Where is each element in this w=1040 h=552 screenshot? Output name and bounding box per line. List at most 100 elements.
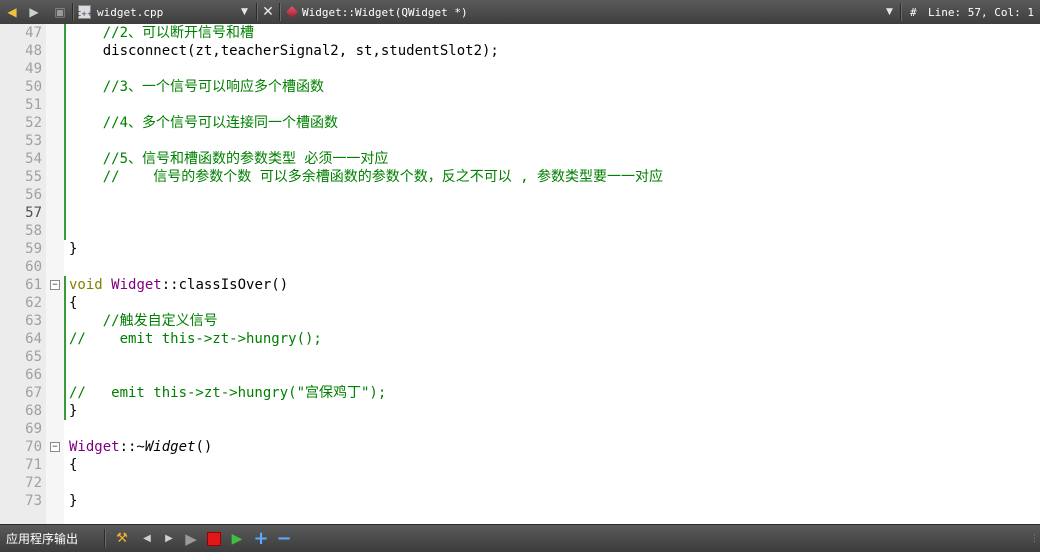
toolbar-divider bbox=[104, 529, 106, 547]
code-line[interactable]: 70− Widget::~Widget() bbox=[0, 438, 1040, 456]
code-text: // 信号的参数个数 可以多余槽函数的参数个数，反之不可以 , 参数类型要一一对… bbox=[69, 168, 663, 186]
code-line[interactable]: 71 { bbox=[0, 456, 1040, 474]
change-marker bbox=[64, 294, 66, 312]
minus-icon: − bbox=[276, 528, 292, 549]
code-line[interactable]: 58 bbox=[0, 222, 1040, 240]
close-file-button[interactable]: ✕ bbox=[260, 0, 276, 24]
symbol-name: Widget::Widget(QWidget *) bbox=[302, 5, 468, 19]
line-number: 48 bbox=[25, 43, 42, 59]
code-line[interactable]: 60 bbox=[0, 258, 1040, 276]
line-number: 54 bbox=[25, 151, 42, 167]
code-token: // emit this->zt->hungry(); bbox=[69, 331, 322, 347]
change-marker bbox=[64, 114, 66, 132]
code-line[interactable]: 62 { bbox=[0, 294, 1040, 312]
file-dropdown-button[interactable]: ▼ bbox=[241, 0, 248, 24]
line-number: 63 bbox=[25, 313, 42, 329]
run-button[interactable]: ▶ bbox=[183, 525, 199, 552]
fold-toggle-icon[interactable]: − bbox=[50, 442, 60, 452]
code-token: ::~ bbox=[119, 439, 145, 455]
code-line[interactable]: 49 bbox=[0, 60, 1040, 78]
hash-label: # bbox=[910, 0, 917, 24]
code-line[interactable]: 52 //4、多个信号可以连接同一个槽函数 bbox=[0, 114, 1040, 132]
change-marker bbox=[64, 60, 66, 78]
code-text: } bbox=[69, 492, 77, 510]
rerun-button[interactable]: ⚒ bbox=[114, 525, 130, 552]
code-line[interactable]: 54 //5、信号和槽函数的参数类型 必须一一对应 bbox=[0, 150, 1040, 168]
output-panel-label: 应用程序输出 bbox=[6, 532, 79, 546]
code-line[interactable]: 55 // 信号的参数个数 可以多余槽函数的参数个数，反之不可以 , 参数类型要… bbox=[0, 168, 1040, 186]
stop-button[interactable] bbox=[207, 525, 221, 552]
zoom-in-button[interactable]: + bbox=[253, 525, 269, 552]
code-token: ::classIsOver() bbox=[161, 277, 289, 293]
nav-forward-button[interactable]: ▶ bbox=[26, 0, 42, 24]
change-marker bbox=[64, 168, 66, 186]
line-number: 57 bbox=[25, 205, 42, 221]
code-token: Widget bbox=[144, 439, 196, 455]
code-token: () bbox=[195, 439, 213, 455]
code-token: // 信号的参数个数 可以多余槽函数的参数个数，反之不可以 , 参数类型要一一对… bbox=[69, 169, 663, 185]
symbol-dropdown-button[interactable]: ▼ bbox=[886, 0, 893, 24]
line-number: 71 bbox=[25, 457, 42, 473]
output-panel-bar: 应用程序输出 ⚒ ◀ ▶ ▶ ▶ + − ⋮ bbox=[0, 524, 1040, 552]
cursor-position[interactable]: Line: 57, Col: 1 bbox=[928, 0, 1034, 24]
lock-button[interactable]: ▣ bbox=[52, 0, 68, 24]
code-line[interactable]: 72 bbox=[0, 474, 1040, 492]
line-number: 73 bbox=[25, 493, 42, 509]
code-line[interactable]: 65 bbox=[0, 348, 1040, 366]
change-marker bbox=[64, 78, 66, 96]
code-token: //4、多个信号可以连接同一个槽函数 bbox=[69, 115, 339, 131]
code-line[interactable]: 63 //触发自定义信号 bbox=[0, 312, 1040, 330]
file-selector[interactable]: C++ widget.cpp bbox=[76, 0, 164, 24]
symbol-selector[interactable]: Widget::Widget(QWidget *) bbox=[286, 0, 468, 24]
code-line[interactable]: 53 bbox=[0, 132, 1040, 150]
nav-back-button[interactable]: ◀ bbox=[4, 0, 20, 24]
change-marker bbox=[64, 222, 66, 240]
code-text: disconnect(zt,teacherSignal2, st,student… bbox=[69, 42, 499, 60]
zoom-out-button[interactable]: − bbox=[276, 525, 292, 552]
line-number: 58 bbox=[25, 223, 42, 239]
grip-icon: ⋮ bbox=[1030, 533, 1039, 544]
arrow-left-icon: ◀ bbox=[7, 5, 17, 19]
code-line[interactable]: 57 bbox=[0, 204, 1040, 222]
output-panel-title[interactable]: 应用程序输出 bbox=[6, 525, 78, 552]
lock-icon: ▣ bbox=[54, 5, 66, 19]
code-line[interactable]: 67 // emit this->zt->hungry("宫保鸡丁"); bbox=[0, 384, 1040, 402]
code-token: disconnect(zt,teacherSignal2, st,student… bbox=[69, 43, 499, 59]
fold-toggle-icon[interactable]: − bbox=[50, 280, 60, 290]
code-token: Widget bbox=[69, 439, 120, 455]
debug-button[interactable]: ▶ bbox=[229, 525, 245, 552]
code-line[interactable]: 47 //2、可以断开信号和槽 bbox=[0, 24, 1040, 42]
code-line[interactable]: 50 //3、一个信号可以响应多个槽函数 bbox=[0, 78, 1040, 96]
code-line[interactable]: 48 disconnect(zt,teacherSignal2, st,stud… bbox=[0, 42, 1040, 60]
code-token: //5、信号和槽函数的参数类型 必须一一对应 bbox=[69, 151, 389, 167]
line-number: 68 bbox=[25, 403, 42, 419]
code-line[interactable]: 51 bbox=[0, 96, 1040, 114]
stop-icon bbox=[207, 531, 221, 546]
code-line[interactable]: 66 bbox=[0, 366, 1040, 384]
line-number: 69 bbox=[25, 421, 42, 437]
line-number: 72 bbox=[25, 475, 42, 491]
next-item-button[interactable]: ▶ bbox=[161, 525, 177, 552]
line-number: 62 bbox=[25, 295, 42, 311]
toolbar-divider bbox=[256, 3, 258, 21]
code-area[interactable]: 47 //2、可以断开信号和槽 48 disconnect(zt,teacherS… bbox=[0, 24, 1040, 524]
code-line[interactable]: 68} bbox=[0, 402, 1040, 420]
code-line[interactable]: 64 // emit this->zt->hungry(); bbox=[0, 330, 1040, 348]
code-editor[interactable]: 47 //2、可以断开信号和槽 48 disconnect(zt,teacherS… bbox=[0, 24, 1040, 524]
line-number: 51 bbox=[25, 97, 42, 113]
code-text: //2、可以断开信号和槽 bbox=[69, 24, 254, 42]
code-token: } bbox=[69, 493, 78, 509]
code-line[interactable]: 69 bbox=[0, 420, 1040, 438]
code-line[interactable]: 61− void Widget::classIsOver() bbox=[0, 276, 1040, 294]
line-number: 65 bbox=[25, 349, 42, 365]
code-line[interactable]: 56 bbox=[0, 186, 1040, 204]
line-col-indicator: Line: 57, Col: 1 bbox=[928, 5, 1034, 19]
previous-item-button[interactable]: ◀ bbox=[139, 525, 155, 552]
panel-resize-grip[interactable]: ⋮ bbox=[1030, 525, 1039, 552]
code-line[interactable]: 59} bbox=[0, 240, 1040, 258]
file-name: widget.cpp bbox=[97, 5, 164, 19]
line-number: 61 bbox=[25, 277, 42, 293]
code-token: } bbox=[69, 403, 78, 419]
code-line[interactable]: 73} bbox=[0, 492, 1040, 510]
